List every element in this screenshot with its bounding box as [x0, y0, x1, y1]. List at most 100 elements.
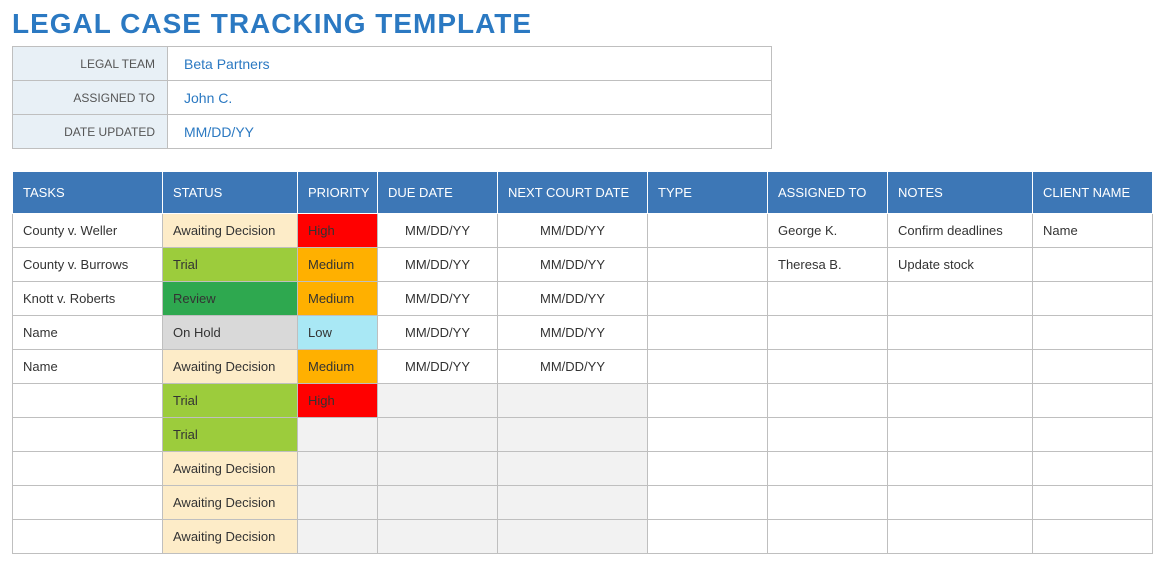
cell-client-name[interactable]	[1033, 248, 1153, 282]
cell-type[interactable]	[648, 350, 768, 384]
case-tracking-table: TASKS STATUS PRIORITY DUE DATE NEXT COUR…	[12, 171, 1153, 554]
cell-priority[interactable]	[298, 452, 378, 486]
cell-assigned-to[interactable]	[768, 282, 888, 316]
cell-next-court[interactable]: MM/DD/YY	[498, 248, 648, 282]
cell-priority[interactable]: High	[298, 214, 378, 248]
cell-priority[interactable]: Medium	[298, 282, 378, 316]
cell-client-name[interactable]	[1033, 418, 1153, 452]
cell-task[interactable]	[13, 452, 163, 486]
cell-client-name[interactable]	[1033, 486, 1153, 520]
table-row: County v. WellerAwaiting DecisionHighMM/…	[13, 214, 1153, 248]
cell-due-date[interactable]: MM/DD/YY	[378, 282, 498, 316]
cell-notes[interactable]	[888, 316, 1033, 350]
cell-due-date[interactable]: MM/DD/YY	[378, 350, 498, 384]
date-updated-value[interactable]: MM/DD/YY	[168, 115, 772, 149]
cell-assigned-to[interactable]	[768, 350, 888, 384]
cell-assigned-to[interactable]	[768, 418, 888, 452]
cell-client-name[interactable]: Name	[1033, 214, 1153, 248]
cell-status[interactable]: Awaiting Decision	[163, 520, 298, 554]
cell-next-court[interactable]: MM/DD/YY	[498, 282, 648, 316]
cell-priority[interactable]: Medium	[298, 248, 378, 282]
cell-client-name[interactable]	[1033, 282, 1153, 316]
cell-due-date[interactable]: MM/DD/YY	[378, 316, 498, 350]
cell-notes[interactable]: Confirm deadlines	[888, 214, 1033, 248]
cell-task[interactable]	[13, 520, 163, 554]
cell-next-court[interactable]: MM/DD/YY	[498, 350, 648, 384]
cell-task[interactable]	[13, 384, 163, 418]
cell-due-date[interactable]	[378, 520, 498, 554]
cell-client-name[interactable]	[1033, 384, 1153, 418]
cell-type[interactable]	[648, 520, 768, 554]
cell-type[interactable]	[648, 418, 768, 452]
cell-type[interactable]	[648, 316, 768, 350]
cell-due-date[interactable]	[378, 486, 498, 520]
cell-assigned-to[interactable]: Theresa B.	[768, 248, 888, 282]
cell-next-court[interactable]: MM/DD/YY	[498, 316, 648, 350]
cell-priority[interactable]	[298, 418, 378, 452]
cell-notes[interactable]	[888, 418, 1033, 452]
cell-client-name[interactable]	[1033, 350, 1153, 384]
cell-notes[interactable]	[888, 282, 1033, 316]
page-title: LEGAL CASE TRACKING TEMPLATE	[12, 8, 1153, 40]
assigned-to-value[interactable]: John C.	[168, 81, 772, 115]
cell-priority[interactable]: Medium	[298, 350, 378, 384]
cell-due-date[interactable]: MM/DD/YY	[378, 248, 498, 282]
cell-due-date[interactable]	[378, 384, 498, 418]
cell-status[interactable]: Awaiting Decision	[163, 486, 298, 520]
cell-due-date[interactable]	[378, 418, 498, 452]
cell-task[interactable]	[13, 418, 163, 452]
table-row: County v. BurrowsTrialMediumMM/DD/YYMM/D…	[13, 248, 1153, 282]
cell-client-name[interactable]	[1033, 452, 1153, 486]
cell-priority[interactable]	[298, 486, 378, 520]
cell-next-court[interactable]	[498, 418, 648, 452]
cell-type[interactable]	[648, 214, 768, 248]
cell-priority[interactable]: High	[298, 384, 378, 418]
cell-due-date[interactable]	[378, 452, 498, 486]
cell-status[interactable]: Trial	[163, 248, 298, 282]
cell-task[interactable]: County v. Burrows	[13, 248, 163, 282]
cell-task[interactable]: Name	[13, 316, 163, 350]
cell-status[interactable]: Review	[163, 282, 298, 316]
cell-task[interactable]: Name	[13, 350, 163, 384]
cell-notes[interactable]	[888, 452, 1033, 486]
cell-next-court[interactable]	[498, 384, 648, 418]
cell-client-name[interactable]	[1033, 520, 1153, 554]
cell-client-name[interactable]	[1033, 316, 1153, 350]
cell-status[interactable]: Awaiting Decision	[163, 350, 298, 384]
cell-assigned-to[interactable]	[768, 486, 888, 520]
cell-assigned-to[interactable]	[768, 520, 888, 554]
cell-assigned-to[interactable]	[768, 384, 888, 418]
cell-next-court[interactable]	[498, 452, 648, 486]
cell-assigned-to[interactable]: George K.	[768, 214, 888, 248]
cell-task[interactable]	[13, 486, 163, 520]
cell-type[interactable]	[648, 486, 768, 520]
cell-status[interactable]: Awaiting Decision	[163, 452, 298, 486]
cell-notes[interactable]: Update stock	[888, 248, 1033, 282]
cell-task[interactable]: County v. Weller	[13, 214, 163, 248]
legal-team-value[interactable]: Beta Partners	[168, 47, 772, 81]
cell-type[interactable]	[648, 282, 768, 316]
cell-next-court[interactable]	[498, 520, 648, 554]
cell-notes[interactable]	[888, 486, 1033, 520]
cell-notes[interactable]	[888, 350, 1033, 384]
cell-task[interactable]: Knott v. Roberts	[13, 282, 163, 316]
cell-status[interactable]: Trial	[163, 384, 298, 418]
cell-status[interactable]: Awaiting Decision	[163, 214, 298, 248]
cell-notes[interactable]	[888, 384, 1033, 418]
cell-assigned-to[interactable]	[768, 316, 888, 350]
cell-next-court[interactable]: MM/DD/YY	[498, 214, 648, 248]
table-row: NameAwaiting DecisionMediumMM/DD/YYMM/DD…	[13, 350, 1153, 384]
cell-type[interactable]	[648, 384, 768, 418]
cell-status[interactable]: Trial	[163, 418, 298, 452]
cell-assigned-to[interactable]	[768, 452, 888, 486]
legal-team-label: LEGAL TEAM	[13, 47, 168, 81]
cell-priority[interactable]: Low	[298, 316, 378, 350]
cell-type[interactable]	[648, 248, 768, 282]
cell-priority[interactable]	[298, 520, 378, 554]
cell-due-date[interactable]: MM/DD/YY	[378, 214, 498, 248]
cell-status[interactable]: On Hold	[163, 316, 298, 350]
cell-type[interactable]	[648, 452, 768, 486]
header-row: TASKS STATUS PRIORITY DUE DATE NEXT COUR…	[13, 172, 1153, 214]
cell-next-court[interactable]	[498, 486, 648, 520]
cell-notes[interactable]	[888, 520, 1033, 554]
